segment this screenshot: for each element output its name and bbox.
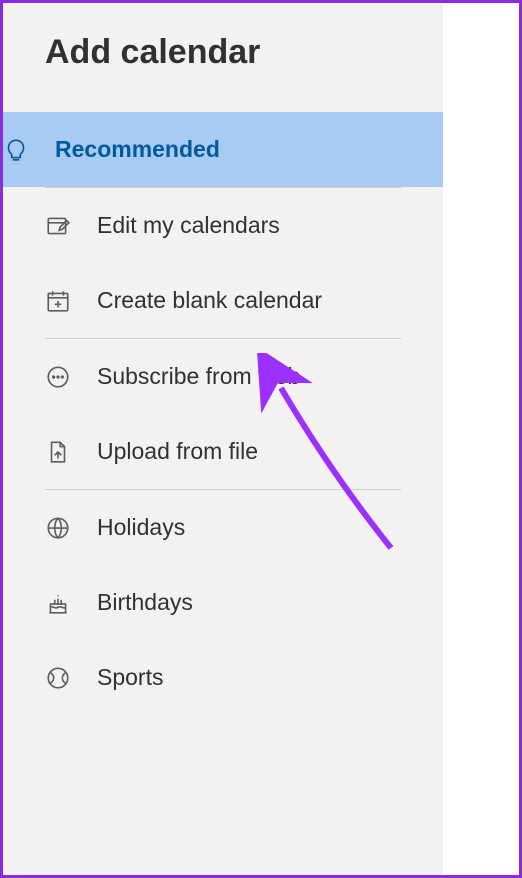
menu: Recommended Edit my calendars Create bla… — [3, 112, 443, 715]
globe-icon — [45, 515, 71, 541]
menu-item-label: Create blank calendar — [97, 287, 322, 314]
menu-item-birthdays[interactable]: Birthdays — [45, 565, 401, 640]
menu-group-import: Subscribe from web Upload from file — [45, 338, 401, 489]
menu-item-create-blank[interactable]: Create blank calendar — [45, 263, 401, 338]
cake-icon — [45, 590, 71, 616]
menu-item-holidays[interactable]: Holidays — [45, 490, 401, 565]
menu-item-upload-file[interactable]: Upload from file — [45, 414, 401, 489]
menu-item-recommended[interactable]: Recommended — [3, 112, 443, 187]
page-title: Add calendar — [3, 33, 443, 112]
calendar-plus-icon — [45, 288, 71, 314]
menu-item-label: Upload from file — [97, 438, 258, 465]
dialog-frame: Add calendar Recommended Edit my calenda… — [0, 0, 522, 878]
menu-item-label: Edit my calendars — [97, 212, 280, 239]
menu-item-label: Sports — [97, 664, 163, 691]
lightbulb-icon — [3, 137, 29, 163]
menu-item-label: Subscribe from web — [97, 363, 300, 390]
menu-item-sports[interactable]: Sports — [45, 640, 401, 715]
menu-group-recommended: Recommended — [3, 112, 443, 187]
menu-item-label: Recommended — [55, 136, 220, 163]
file-upload-icon — [45, 439, 71, 465]
menu-item-subscribe-web[interactable]: Subscribe from web — [45, 339, 401, 414]
edit-calendar-icon — [45, 213, 71, 239]
menu-item-label: Holidays — [97, 514, 185, 541]
web-icon — [45, 364, 71, 390]
menu-group-edit-create: Edit my calendars Create blank calendar — [45, 187, 401, 338]
add-calendar-panel: Add calendar Recommended Edit my calenda… — [3, 3, 443, 875]
menu-item-edit-calendars[interactable]: Edit my calendars — [45, 188, 401, 263]
menu-group-categories: Holidays Birthdays Sports — [45, 489, 401, 715]
menu-item-label: Birthdays — [97, 589, 193, 616]
sports-icon — [45, 665, 71, 691]
